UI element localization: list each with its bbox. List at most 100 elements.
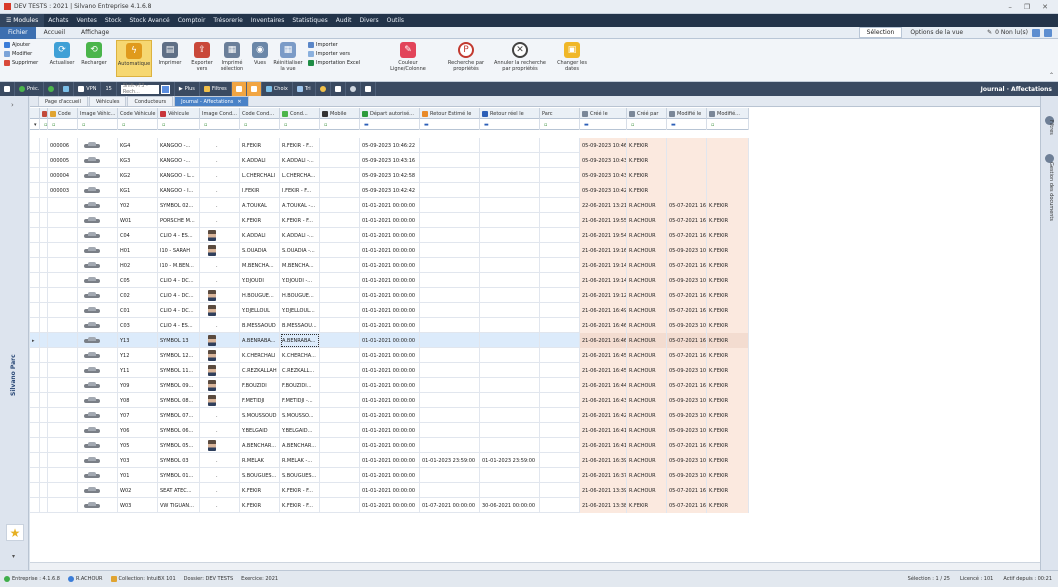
cell-cree[interactable]: 21-06-2021 16:43:46 — [580, 393, 627, 408]
filter-cell-cond[interactable]: ▫ — [280, 119, 320, 130]
driver-image-cell[interactable]: . — [200, 168, 240, 183]
menu-stock[interactable]: Stock — [101, 17, 126, 24]
cell-cpar[interactable]: R.ACHOUR — [627, 213, 667, 228]
driver-image-cell[interactable]: . — [200, 483, 240, 498]
cell-mob[interactable] — [320, 273, 360, 288]
modules-menu[interactable]: ☰ Modules — [0, 14, 45, 27]
cell-parc[interactable] — [540, 408, 580, 423]
lock-cell[interactable] — [40, 198, 48, 213]
cell-cond[interactable]: R.MELAK -... — [280, 453, 320, 468]
cell-code[interactable]: 000006 — [48, 138, 78, 153]
cell-dep[interactable]: 01-01-2021 00:00:00 — [360, 468, 420, 483]
cell-mod[interactable]: 05-07-2021 16:01:42 — [667, 378, 707, 393]
cell-cv[interactable]: KG4 — [118, 138, 158, 153]
cell-cree[interactable]: 21-06-2021 16:44:14 — [580, 378, 627, 393]
filter-cell-code[interactable]: ▫ — [48, 119, 78, 130]
cell-code[interactable] — [48, 243, 78, 258]
menu-achats[interactable]: Achats — [44, 17, 72, 24]
cell-mod[interactable]: 05-09-2023 10:24:27 — [667, 273, 707, 288]
cell-dep[interactable]: 05-09-2023 10:46:22 — [360, 138, 420, 153]
cell-code[interactable] — [48, 393, 78, 408]
cell-parc[interactable] — [540, 468, 580, 483]
cell-parc[interactable] — [540, 453, 580, 468]
cell-cpar[interactable]: K.FEKIR — [627, 138, 667, 153]
menu-ventes[interactable]: Ventes — [73, 17, 101, 24]
cell-cpar[interactable]: R.ACHOUR — [627, 348, 667, 363]
doctab-conducteurs[interactable]: Conducteurs — [127, 96, 174, 106]
cell-cpar[interactable]: R.ACHOUR — [627, 468, 667, 483]
cell-cc[interactable]: A.BENCHAR... — [240, 438, 280, 453]
driver-image-cell[interactable] — [200, 333, 240, 348]
layout-button[interactable] — [331, 82, 346, 96]
cell-mod[interactable]: 05-07-2021 16:01:42 — [667, 288, 707, 303]
vehicle-image-cell[interactable] — [78, 453, 118, 468]
cell-dep[interactable]: 01-01-2021 00:00:00 — [360, 393, 420, 408]
filter-cell-lock[interactable]: ▫ — [40, 119, 48, 130]
column-header-code[interactable]: Code — [48, 108, 78, 119]
cell-mod[interactable]: 05-09-2023 10:39:20 — [667, 468, 707, 483]
cell-mod[interactable]: 05-07-2021 16:01:42 — [667, 258, 707, 273]
vehicle-quick-button[interactable] — [59, 82, 75, 96]
lock-cell[interactable] — [40, 468, 48, 483]
cell-parc[interactable] — [540, 243, 580, 258]
cell-veh[interactable]: SYMBOL 03 — [158, 453, 200, 468]
vehicle-image-cell[interactable] — [78, 408, 118, 423]
cell-cree[interactable]: 05-09-2023 10:43:10 — [580, 168, 627, 183]
cell-cv[interactable]: Y03 — [118, 453, 158, 468]
table-row[interactable]: 000004 KG2 KANGOO - L.... L.CHERCHALI L.CHER… — [30, 168, 749, 183]
menu-quick-button[interactable] — [361, 82, 376, 96]
cell-re[interactable] — [420, 168, 480, 183]
cell-cc[interactable]: L.CHERCHALI — [240, 168, 280, 183]
cell-code[interactable] — [48, 318, 78, 333]
cell-code[interactable] — [48, 498, 78, 513]
vehicle-image-cell[interactable] — [78, 303, 118, 318]
cell-cree[interactable]: 21-06-2021 19:14:53 — [580, 258, 627, 273]
cell-cree[interactable]: 21-06-2021 19:16:25 — [580, 243, 627, 258]
cell-re[interactable] — [420, 138, 480, 153]
cell-cond[interactable]: C.REZKALL... — [280, 363, 320, 378]
cell-mpar[interactable]: K.FEKIR — [707, 333, 749, 348]
cell-cc[interactable]: Y.DJOUDI — [240, 273, 280, 288]
cell-cond[interactable]: S.BOUGUES... — [280, 468, 320, 483]
cell-cpar[interactable]: R.ACHOUR — [627, 243, 667, 258]
cell-code[interactable] — [48, 363, 78, 378]
menu-tresorerie[interactable]: Trésorerie — [209, 17, 246, 24]
cell-code[interactable] — [48, 423, 78, 438]
cell-dep[interactable]: 01-01-2021 00:00:00 — [360, 378, 420, 393]
cell-parc[interactable] — [540, 288, 580, 303]
filter-cell-mod[interactable]: ▬ — [667, 119, 707, 130]
close-button[interactable]: ✕ — [1042, 3, 1048, 11]
cell-parc[interactable] — [540, 483, 580, 498]
cell-cc[interactable]: S.MOUSSOUD — [240, 408, 280, 423]
cell-code[interactable] — [48, 483, 78, 498]
cell-cpar[interactable]: R.ACHOUR — [627, 423, 667, 438]
filter-cell-parc[interactable]: ▫ — [540, 119, 580, 130]
cell-mob[interactable] — [320, 423, 360, 438]
vehicle-image-cell[interactable] — [78, 318, 118, 333]
driver-image-cell[interactable]: . — [200, 423, 240, 438]
cell-re[interactable] — [420, 198, 480, 213]
vehicle-image-cell[interactable] — [78, 438, 118, 453]
exporter-button[interactable]: ⇪ Exporter vers — [186, 42, 218, 72]
cell-mod[interactable]: 05-09-2023 10:31:25 — [667, 408, 707, 423]
cell-mob[interactable] — [320, 468, 360, 483]
driver-image-cell[interactable]: . — [200, 468, 240, 483]
cell-cond[interactable]: K.FEKIR - F... — [280, 213, 320, 228]
cell-veh[interactable]: I10 - SARAH — [158, 243, 200, 258]
settings-icon[interactable] — [1044, 28, 1052, 37]
cell-mod[interactable]: 05-07-2021 16:01:42 — [667, 498, 707, 513]
cell-re[interactable] — [420, 183, 480, 198]
cell-re[interactable] — [420, 483, 480, 498]
help-icon[interactable] — [1032, 28, 1040, 37]
cell-cree[interactable]: 22-06-2021 13:21:27 — [580, 198, 627, 213]
cell-veh[interactable]: SYMBOL 05... — [158, 438, 200, 453]
cell-cpar[interactable]: R.ACHOUR — [627, 408, 667, 423]
cell-cv[interactable]: C01 — [118, 303, 158, 318]
cell-mpar[interactable] — [707, 153, 749, 168]
cell-dep[interactable]: 01-01-2021 00:00:00 — [360, 243, 420, 258]
cell-mpar[interactable]: K.FEKIR — [707, 288, 749, 303]
cell-rr[interactable] — [480, 393, 540, 408]
cell-mob[interactable] — [320, 138, 360, 153]
table-row[interactable]: 000006 KG4 KANGOO -.... R.FEKIR R.FEKIR - F.… — [30, 138, 749, 153]
cell-parc[interactable] — [540, 138, 580, 153]
